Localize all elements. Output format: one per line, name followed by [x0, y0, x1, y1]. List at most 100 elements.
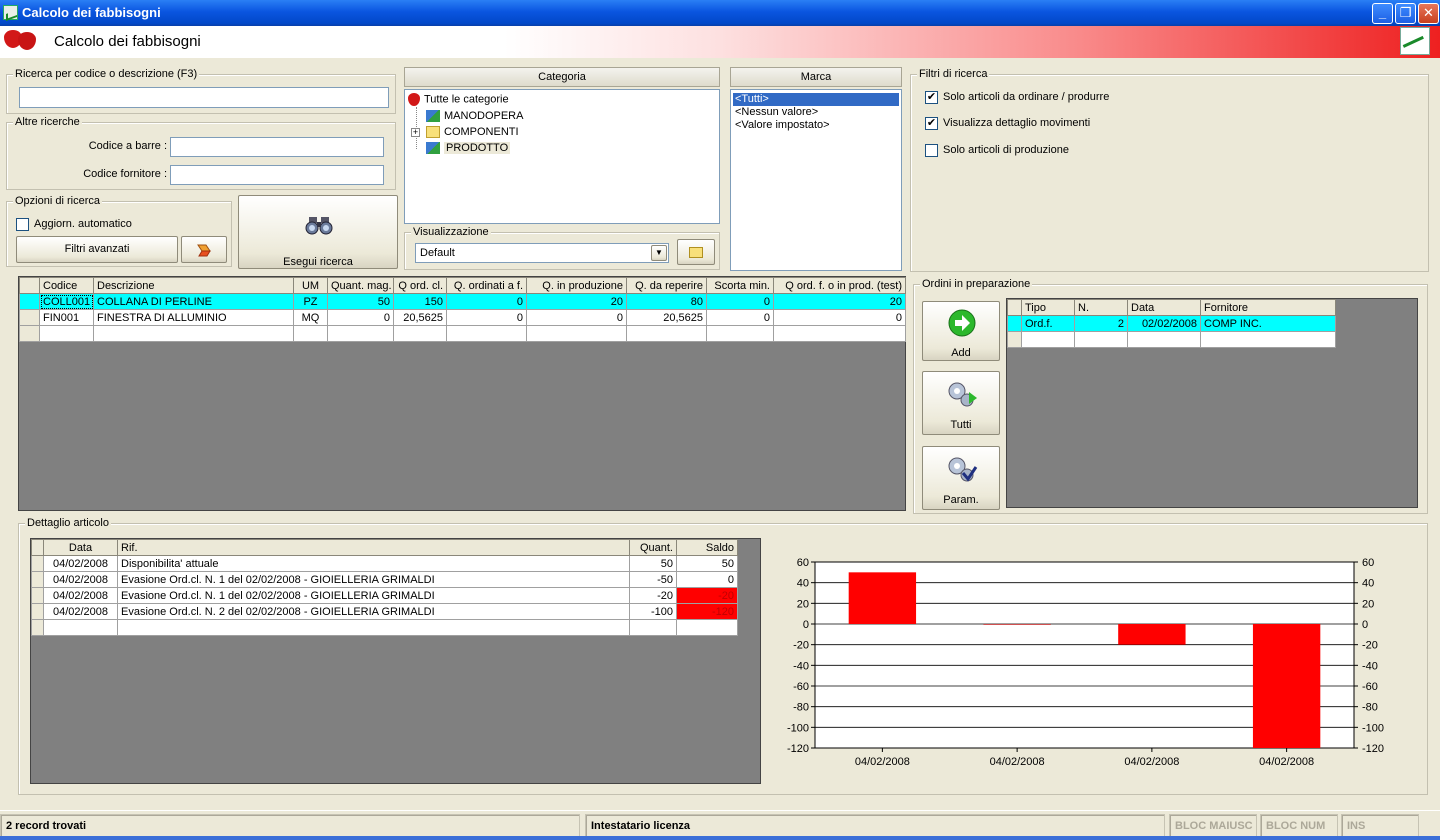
brand-item[interactable]: <Valore impostato> — [733, 119, 830, 132]
brand-item[interactable]: <Tutti> — [733, 93, 899, 106]
cell[interactable]: COLL001 — [39, 293, 94, 310]
column-header[interactable]: Fornitore — [1200, 299, 1336, 316]
cell[interactable]: -50 — [629, 571, 677, 588]
column-header[interactable]: Quant. mag. — [327, 277, 394, 294]
filter-movements-checkbox[interactable]: ✔ — [925, 117, 938, 130]
cell[interactable]: 0 — [706, 309, 774, 326]
cell[interactable]: -100 — [629, 603, 677, 620]
cell[interactable]: 20,5625 — [393, 309, 447, 326]
tree-item-prodotto[interactable]: PRODOTTO — [426, 142, 511, 155]
advanced-filters-button[interactable]: Filtri avanzati — [16, 236, 178, 263]
cell[interactable]: PZ — [293, 293, 328, 310]
cell[interactable] — [526, 325, 627, 342]
cell[interactable]: 0 — [773, 309, 906, 326]
category-tree[interactable]: Tutte le categorie MANODOPERA + COMPONEN… — [404, 89, 720, 224]
cell[interactable] — [446, 325, 527, 342]
cell[interactable]: 04/02/2008 — [43, 603, 118, 620]
cell[interactable]: 150 — [393, 293, 447, 310]
cell[interactable]: Evasione Ord.cl. N. 1 del 02/02/2008 - G… — [117, 587, 630, 604]
cell[interactable] — [93, 325, 294, 342]
column-header[interactable]: N. — [1074, 299, 1128, 316]
table-row[interactable]: 04/02/2008 Evasione Ord.cl. N. 1 del 02/… — [31, 571, 738, 588]
cell-negative[interactable]: -20 — [676, 587, 738, 604]
column-header[interactable]: Tipo — [1021, 299, 1075, 316]
cell[interactable]: 2 — [1074, 315, 1128, 332]
column-header[interactable]: Q. ordinati a f. — [446, 277, 527, 294]
tree-root[interactable]: Tutte le categorie — [408, 93, 509, 106]
cell[interactable] — [327, 325, 394, 342]
view-select[interactable]: Default ▼ — [415, 243, 669, 263]
cell[interactable]: 04/02/2008 — [43, 555, 118, 572]
column-header[interactable]: Q. da reperire — [626, 277, 707, 294]
auto-update-checkbox[interactable] — [16, 218, 29, 231]
add-order-button[interactable]: Add — [922, 301, 1000, 361]
column-header[interactable]: Data — [1127, 299, 1201, 316]
cell[interactable]: Ord.f. — [1021, 315, 1075, 332]
table-row[interactable]: Ord.f. 2 02/02/2008 COMP INC. — [1007, 315, 1336, 332]
column-header[interactable]: Q. in produzione — [526, 277, 627, 294]
filter-to-order-checkbox[interactable]: ✔ — [925, 91, 938, 104]
cell[interactable]: 20 — [526, 293, 627, 310]
cell[interactable] — [1074, 331, 1128, 348]
expand-icon[interactable]: + — [411, 128, 420, 137]
cell[interactable] — [626, 325, 707, 342]
params-button[interactable]: Param. — [922, 446, 1000, 510]
cell[interactable]: -20 — [629, 587, 677, 604]
table-row[interactable]: COLL001 COLLANA DI PERLINE PZ 50 150 0 2… — [19, 293, 906, 310]
run-search-button[interactable]: Esegui ricerca — [238, 195, 398, 269]
cell[interactable] — [1021, 331, 1075, 348]
cell[interactable]: Evasione Ord.cl. N. 2 del 02/02/2008 - G… — [117, 603, 630, 620]
column-header[interactable]: UM — [293, 277, 328, 294]
cell[interactable]: 0 — [446, 293, 527, 310]
cell[interactable]: Evasione Ord.cl. N. 1 del 02/02/2008 - G… — [117, 571, 630, 588]
table-row[interactable]: 04/02/2008 Evasione Ord.cl. N. 2 del 02/… — [31, 603, 738, 620]
cell[interactable] — [393, 325, 447, 342]
column-header[interactable]: Codice — [39, 277, 94, 294]
cell[interactable]: FIN001 — [39, 309, 94, 326]
cell[interactable] — [629, 619, 677, 636]
table-row-empty[interactable] — [19, 325, 906, 342]
cell[interactable]: 0 — [676, 571, 738, 588]
cell-negative[interactable]: -120 — [676, 603, 738, 620]
table-row[interactable]: 04/02/2008 Evasione Ord.cl. N. 1 del 02/… — [31, 587, 738, 604]
barcode-input[interactable] — [170, 137, 384, 157]
cell[interactable]: FINESTRA DI ALLUMINIO — [93, 309, 294, 326]
column-header[interactable]: Q ord. cl. — [393, 277, 447, 294]
cell[interactable]: 80 — [626, 293, 707, 310]
brand-item[interactable]: <Nessun valore> — [733, 106, 818, 119]
clear-filters-button[interactable] — [181, 236, 227, 263]
cell[interactable]: 04/02/2008 — [43, 571, 118, 588]
column-header[interactable]: Rif. — [117, 539, 630, 556]
minimize-button[interactable]: _ — [1372, 3, 1393, 24]
cell[interactable] — [1200, 331, 1336, 348]
tree-item-componenti[interactable]: COMPONENTI — [426, 126, 519, 139]
cell[interactable] — [706, 325, 774, 342]
cell[interactable] — [117, 619, 630, 636]
cell[interactable]: 02/02/2008 — [1127, 315, 1201, 332]
table-row[interactable]: 04/02/2008 Disponibilita' attuale 50 50 — [31, 555, 738, 572]
cell[interactable]: COMP INC. — [1200, 315, 1336, 332]
column-header[interactable]: Quant. — [629, 539, 677, 556]
cell[interactable] — [676, 619, 738, 636]
column-header[interactable]: Data — [43, 539, 118, 556]
brand-list[interactable]: <Tutti> <Nessun valore> <Valore impostat… — [730, 89, 902, 271]
cell[interactable]: Disponibilita' attuale — [117, 555, 630, 572]
cell[interactable]: 04/02/2008 — [43, 587, 118, 604]
cell[interactable]: MQ — [293, 309, 328, 326]
tree-item-manodopera[interactable]: MANODOPERA — [426, 110, 523, 123]
chevron-down-icon[interactable]: ▼ — [651, 245, 667, 261]
cell[interactable] — [773, 325, 906, 342]
column-header[interactable]: Descrizione — [93, 277, 294, 294]
maximize-button[interactable]: ❐ — [1395, 3, 1416, 24]
table-row-empty[interactable] — [1007, 331, 1336, 348]
table-row[interactable]: FIN001 FINESTRA DI ALLUMINIO MQ 0 20,562… — [19, 309, 906, 326]
cell[interactable]: 0 — [706, 293, 774, 310]
close-button[interactable]: ✕ — [1418, 3, 1439, 24]
column-header[interactable]: Q ord. f. o in prod. (test) — [773, 277, 906, 294]
cell[interactable] — [293, 325, 328, 342]
cell[interactable]: 50 — [327, 293, 394, 310]
cell[interactable]: 50 — [676, 555, 738, 572]
cell[interactable]: 0 — [526, 309, 627, 326]
cell[interactable]: 20,5625 — [626, 309, 707, 326]
cell[interactable]: 50 — [629, 555, 677, 572]
